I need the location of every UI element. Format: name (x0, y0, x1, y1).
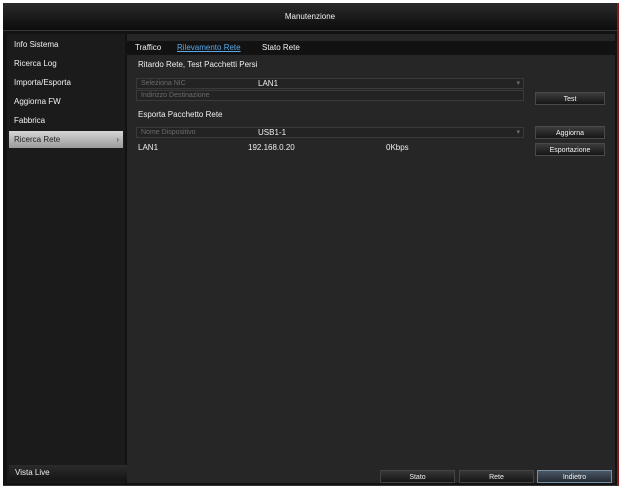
back-button[interactable]: Indietro (537, 470, 612, 483)
device-value: USB1-1 (258, 128, 287, 137)
test-section-title: Ritardo Rete, Test Pacchetti Persi (138, 60, 258, 69)
maintenance-window: Manutenzione Info Sistema Ricerca Log Im… (3, 3, 619, 486)
sidebar-item-ricerca-rete[interactable]: Ricerca Rete › (9, 131, 123, 148)
tab-bar: Traffico Rilevamento Rete Stato Rete (127, 41, 615, 55)
status-button[interactable]: Stato (380, 470, 455, 483)
export-section-title: Esporta Pacchetto Rete (138, 110, 223, 119)
interface-rate: 0Kbps (386, 143, 409, 152)
tab-stato-rete[interactable]: Stato Rete (262, 43, 300, 52)
chevron-down-icon: ▾ (516, 80, 520, 87)
chevron-right-icon: › (116, 135, 119, 144)
interface-ip: 192.168.0.20 (248, 143, 295, 152)
sidebar-item-ricerca-log[interactable]: Ricerca Log (9, 55, 121, 72)
device-label: Nome Dispositivo (141, 129, 196, 136)
sidebar-item-fabbrica[interactable]: Fabbrica (9, 112, 121, 129)
nic-select[interactable]: Seleziona NIC LAN1 ▾ (136, 78, 524, 89)
nic-value: LAN1 (258, 79, 279, 88)
sidebar: Info Sistema Ricerca Log Importa/Esporta… (7, 34, 129, 483)
network-button[interactable]: Rete (459, 470, 534, 483)
sidebar-item-label: Ricerca Rete (14, 135, 61, 144)
chevron-down-icon: ▾ (516, 129, 520, 136)
destination-address-field[interactable]: Indirizzo Destinazione (136, 90, 524, 101)
window-title: Manutenzione (3, 3, 617, 31)
export-button[interactable]: Esportazione (535, 143, 605, 156)
sidebar-item-info-sistema[interactable]: Info Sistema (9, 36, 121, 53)
nic-label: Seleziona NIC (141, 80, 186, 87)
sidebar-item-importa-esporta[interactable]: Importa/Esporta (9, 74, 121, 91)
device-select[interactable]: Nome Dispositivo USB1-1 ▾ (136, 127, 524, 138)
destination-label: Indirizzo Destinazione (141, 92, 210, 99)
refresh-button[interactable]: Aggiorna (535, 126, 605, 139)
interface-name: LAN1 (138, 143, 159, 152)
sidebar-item-aggiorna-fw[interactable]: Aggiorna FW (9, 93, 121, 110)
live-view-button[interactable]: Vista Live (9, 465, 129, 481)
tab-traffico[interactable]: Traffico (135, 43, 161, 52)
tab-rilevamento-rete[interactable]: Rilevamento Rete (177, 43, 241, 52)
main-panel: Traffico Rilevamento Rete Stato Rete Rit… (127, 34, 615, 483)
test-button[interactable]: Test (535, 92, 605, 105)
